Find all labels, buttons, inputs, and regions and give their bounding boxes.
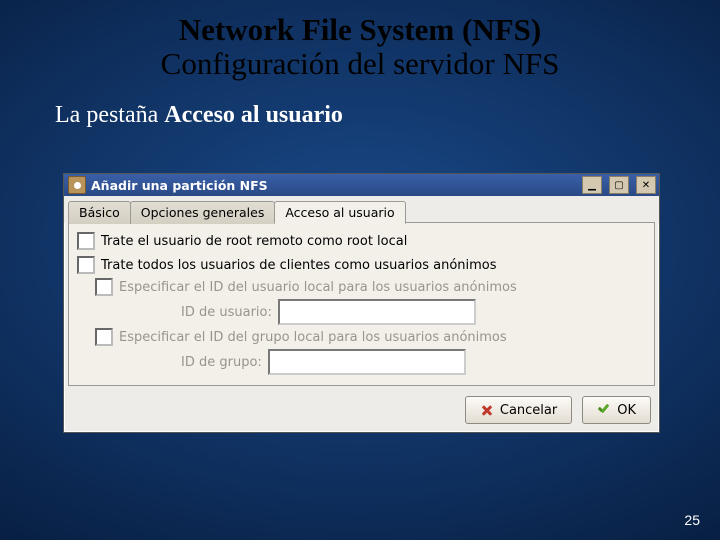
option-spec-group-id: Especificar el ID del grupo local para l… xyxy=(95,327,648,347)
tab-user-access[interactable]: Acceso al usuario xyxy=(274,201,405,224)
tab-panel-user-access: Trate el usuario de root remoto como roo… xyxy=(68,222,655,386)
maximize-button[interactable]: ▢ xyxy=(609,176,629,194)
checkbox-spec-group-id xyxy=(95,328,113,346)
checkbox-spec-user-id xyxy=(95,278,113,296)
row-group-id: ID de grupo: xyxy=(181,347,648,377)
row-user-id: ID de usuario: xyxy=(181,297,648,327)
ok-icon xyxy=(597,403,611,417)
nfs-dialog: Añadir una partición NFS ▁ ▢ ✕ Básico Op… xyxy=(63,173,660,433)
lead-bold: Acceso al usuario xyxy=(164,102,343,128)
option-all-anon[interactable]: Trate todos los usuarios de clientes com… xyxy=(75,253,648,277)
dialog-buttons: Cancelar OK xyxy=(64,390,659,432)
page-number: 25 xyxy=(684,512,700,528)
minimize-icon: ▁ xyxy=(588,180,596,191)
input-group-id xyxy=(268,349,466,375)
input-user-id xyxy=(278,299,476,325)
cancel-label: Cancelar xyxy=(500,403,557,418)
cancel-icon xyxy=(480,403,494,417)
close-icon: ✕ xyxy=(642,180,650,191)
option-spec-user-id: Especificar el ID del usuario local para… xyxy=(95,277,648,297)
maximize-icon: ▢ xyxy=(614,180,623,191)
label-root-remote: Trate el usuario de root remoto como roo… xyxy=(101,234,407,249)
slide-title-sub: Configuración del servidor NFS xyxy=(0,46,720,82)
minimize-button[interactable]: ▁ xyxy=(582,176,602,194)
app-icon xyxy=(68,176,86,194)
checkbox-root-remote[interactable] xyxy=(77,232,95,250)
label-user-id: ID de usuario: xyxy=(181,305,272,320)
tab-general-options[interactable]: Opciones generales xyxy=(130,201,276,224)
ok-button[interactable]: OK xyxy=(582,396,651,424)
option-root-remote[interactable]: Trate el usuario de root remoto como roo… xyxy=(75,229,648,253)
dialog-title: Añadir una partición NFS xyxy=(91,178,577,193)
slide: Network File System (NFS) Configuración … xyxy=(0,0,720,540)
label-spec-group-id: Especificar el ID del grupo local para l… xyxy=(119,330,507,345)
close-button[interactable]: ✕ xyxy=(636,176,656,194)
dialog-titlebar[interactable]: Añadir una partición NFS ▁ ▢ ✕ xyxy=(64,174,659,196)
slide-title-bold: Network File System (NFS) xyxy=(0,12,720,48)
tab-bar: Básico Opciones generales Acceso al usua… xyxy=(64,196,659,223)
label-all-anon: Trate todos los usuarios de clientes com… xyxy=(101,258,497,273)
cancel-button[interactable]: Cancelar xyxy=(465,396,572,424)
tab-basic[interactable]: Básico xyxy=(68,201,131,224)
ok-label: OK xyxy=(617,403,636,418)
label-spec-user-id: Especificar el ID del usuario local para… xyxy=(119,280,517,295)
checkbox-all-anon[interactable] xyxy=(77,256,95,274)
lead-prefix: La pestaña xyxy=(55,102,164,128)
label-group-id: ID de grupo: xyxy=(181,355,262,370)
slide-lead: La pestaña Acceso al usuario xyxy=(55,102,720,129)
